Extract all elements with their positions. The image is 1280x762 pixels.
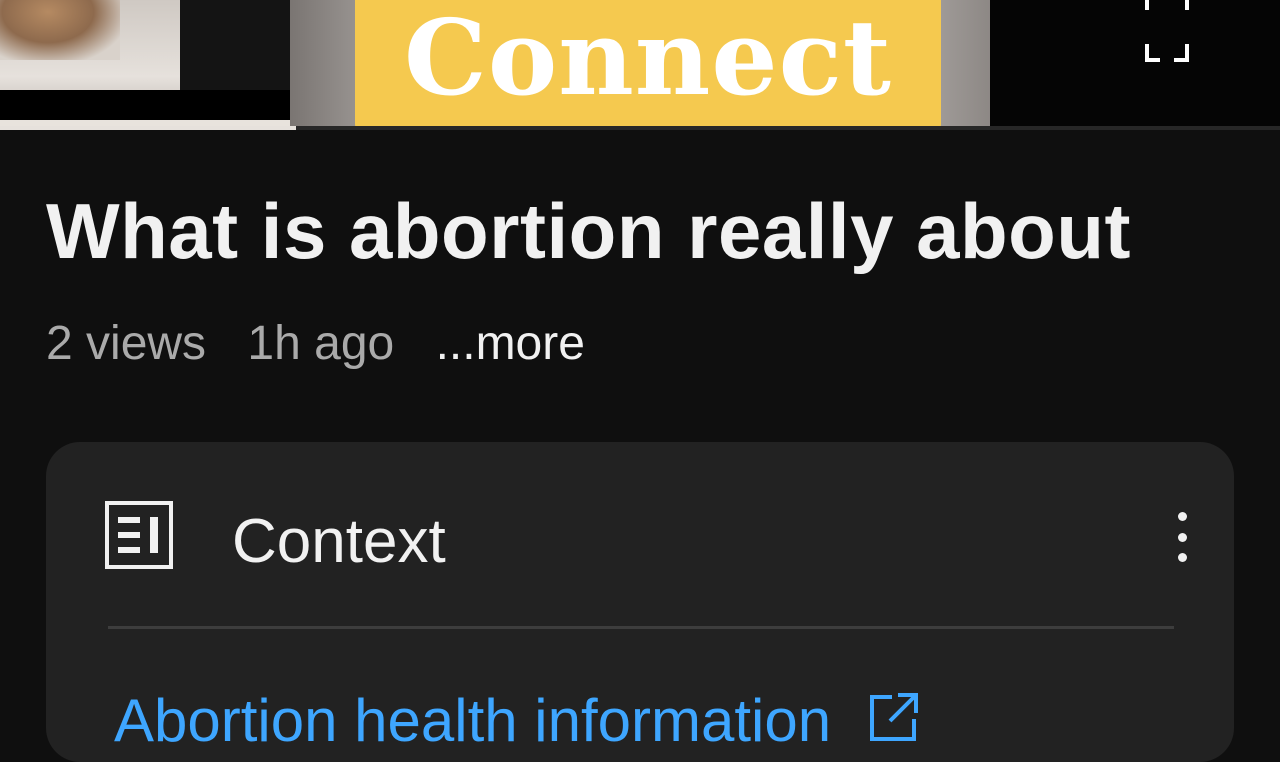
video-meta: 2 views 1h ago ...more [46,316,585,371]
more-vert-icon[interactable] [1166,512,1198,562]
video-title: What is abortion really about [46,187,1131,275]
video-overlay-banner: Connect [355,0,941,130]
divider [108,626,1174,629]
health-info-link[interactable]: Abortion health information [114,686,922,755]
view-count: 2 views [46,317,207,370]
video-player[interactable]: Connect [0,0,1280,130]
fullscreen-icon[interactable] [1144,0,1190,64]
more-button[interactable]: ...more [436,317,585,370]
health-info-link-label: Abortion health information [114,687,832,754]
person-image [0,0,120,60]
external-link-icon [869,693,918,741]
context-panel: Context Abortion health information [46,442,1234,762]
context-title: Context [232,507,446,576]
video-frame-left [0,0,310,128]
overlay-text: Connect [404,0,892,119]
upload-age: 1h ago [247,317,395,370]
article-icon [105,501,173,569]
progress-played [0,126,296,130]
